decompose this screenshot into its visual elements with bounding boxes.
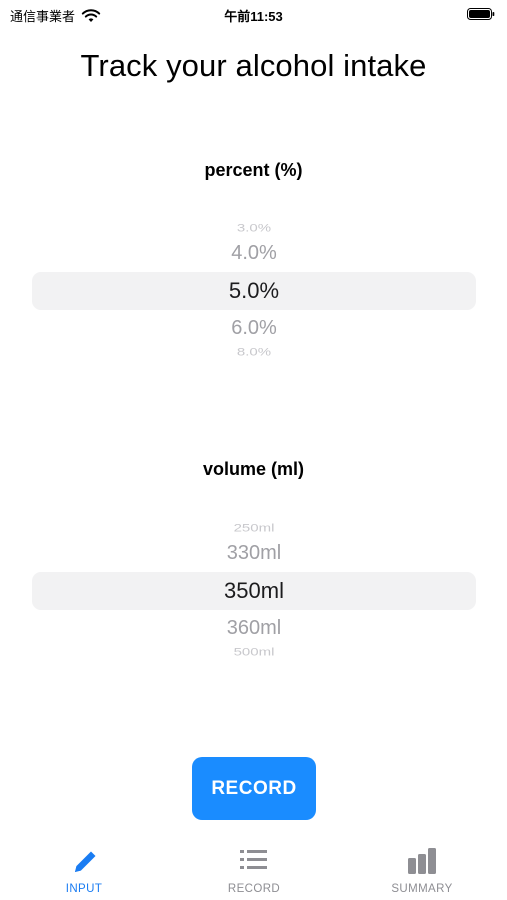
picker-option[interactable]: 360ml bbox=[32, 617, 476, 640]
bar-chart-icon bbox=[408, 848, 436, 874]
tab-label: RECORD bbox=[227, 883, 281, 895]
percent-label: percent (%) bbox=[204, 160, 303, 180]
record-button[interactable]: RECORD bbox=[192, 757, 316, 820]
page-title: Track your alcohol intake bbox=[80, 48, 427, 83]
picker-option[interactable]: 3.0% bbox=[32, 222, 476, 234]
picker-option[interactable]: 250ml bbox=[32, 522, 476, 534]
picker-option[interactable]: 8.0% bbox=[32, 346, 476, 358]
volume-label: volume (ml) bbox=[202, 459, 304, 479]
pencil-icon bbox=[75, 851, 96, 872]
tab-bar: INPUT RECORD SUMMARY bbox=[0, 838, 507, 900]
picker-option[interactable]: 500ml bbox=[32, 646, 476, 658]
status-bar: 通信事業者 午前11:53 bbox=[0, 0, 507, 30]
tab-input[interactable]: INPUT bbox=[24, 838, 144, 900]
volume-picker[interactable]: 250ml 330ml 350ml 360ml 500ml bbox=[32, 516, 476, 686]
picker-option[interactable]: 4.0% bbox=[32, 242, 476, 265]
list-icon bbox=[240, 850, 267, 869]
picker-option[interactable]: 6.0% bbox=[32, 317, 476, 340]
tab-label: INPUT bbox=[65, 883, 103, 895]
percent-picker[interactable]: 3.0% 4.0% 5.0% 6.0% 8.0% bbox=[32, 216, 476, 386]
picker-selected-option[interactable]: 5.0% bbox=[32, 278, 476, 304]
picker-selected-option[interactable]: 350ml bbox=[32, 578, 476, 604]
picker-option[interactable]: 330ml bbox=[32, 542, 476, 565]
tab-record[interactable]: RECORD bbox=[194, 838, 314, 900]
battery-icon bbox=[467, 8, 495, 20]
tab-summary[interactable]: SUMMARY bbox=[362, 838, 482, 900]
status-time: 午前11:53 bbox=[224, 9, 283, 24]
tab-label: SUMMARY bbox=[391, 883, 453, 895]
